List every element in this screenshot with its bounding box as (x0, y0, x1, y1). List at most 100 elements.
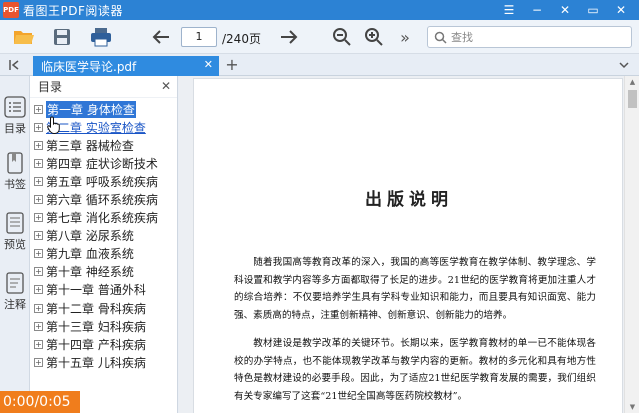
outline-item[interactable]: + 第四章 症状诊断技术 (30, 154, 177, 172)
scroll-up-icon[interactable]: ▲ (625, 78, 639, 86)
maximize-icon[interactable]: ▭ (579, 0, 607, 20)
zoom-out-button[interactable] (330, 25, 354, 49)
outline-item-label[interactable]: 第三章 器械检查 (46, 137, 134, 154)
vertical-scrollbar[interactable]: ▲ ▼ (624, 76, 639, 413)
zoom-in-icon (365, 28, 383, 46)
outline-item-label[interactable]: 第十一章 普通外科 (46, 281, 146, 298)
outline-item-label[interactable]: 第十二章 骨科疾病 (46, 300, 146, 317)
next-page-button[interactable] (276, 25, 302, 49)
sidebar-item-toc[interactable]: 目录 (0, 96, 30, 136)
previous-page-button[interactable] (148, 25, 174, 49)
outline-item[interactable]: + 第九章 血液系统 (30, 245, 177, 263)
pdf-page: 出版说明 随着我国高等教育改革的深入，我国的高等医学教育在教学体制、教学理念、学… (193, 78, 623, 413)
page-number-input[interactable]: 1 (181, 27, 217, 47)
expand-icon[interactable]: + (34, 213, 43, 223)
sidebar-item-annotations[interactable]: 注释 (0, 272, 30, 312)
outline-item[interactable]: + 第七章 消化系统疾病 (30, 209, 177, 227)
outline-item-label[interactable]: 第四章 症状诊断技术 (46, 155, 158, 172)
collapse-sidebar-button[interactable] (0, 54, 30, 76)
close-window-icon[interactable]: ✕ (607, 0, 635, 20)
sidebar-item-label: 目录 (4, 122, 26, 135)
expand-icon[interactable]: + (34, 339, 43, 349)
outline-item-label[interactable]: 第十五章 儿科疾病 (46, 354, 146, 371)
expand-icon[interactable]: + (34, 104, 43, 114)
toolbar: 1 /240页 » (0, 20, 639, 54)
page-heading: 出版说明 (365, 190, 453, 210)
arrow-left-icon (152, 30, 169, 44)
app-title: 看图王PDF阅读器 (23, 3, 123, 18)
page-paragraph: 教材建设是教学改革的关键环节。长期以来，医学教育教材的单一已不能体现各校的办学特… (234, 338, 596, 402)
expand-icon[interactable]: + (34, 195, 43, 205)
outline-item-label[interactable]: 第十四章 产科疾病 (46, 336, 146, 353)
outline-item[interactable]: + 第十二章 骨科疾病 (30, 299, 177, 317)
save-button[interactable] (50, 25, 74, 49)
outline-item-label[interactable]: 第一章 身体检查 (46, 100, 136, 118)
page-total: /240页 (222, 32, 261, 46)
menu-icon[interactable]: ☰ (495, 0, 523, 20)
expand-icon[interactable]: + (34, 122, 43, 132)
more-tools-button[interactable]: » (396, 25, 414, 49)
save-icon (54, 29, 70, 45)
sidebar-strip: 目录 书签 预览 注释 (0, 76, 30, 413)
outline-item[interactable]: + 第三章 器械检查 (30, 136, 177, 154)
outline-item-label[interactable]: 第九章 血液系统 (46, 245, 134, 262)
scrollbar-thumb[interactable] (628, 90, 637, 108)
outline-item[interactable]: + 第十一章 普通外科 (30, 281, 177, 299)
outline-item-label[interactable]: 第八章 泌尿系统 (46, 227, 134, 244)
new-tab-button[interactable]: + (224, 55, 240, 74)
expand-icon[interactable]: + (34, 176, 43, 186)
expand-icon[interactable]: + (34, 303, 43, 313)
expand-icon[interactable]: + (34, 231, 43, 241)
expand-icon[interactable]: + (34, 267, 43, 277)
outline-item-label[interactable]: 第五章 呼吸系统疾病 (46, 173, 158, 190)
tab-document[interactable]: 临床医学导论.pdf ✕ (33, 56, 219, 76)
outline-close-icon[interactable]: ✕ (161, 79, 171, 93)
arrow-right-icon (281, 30, 298, 44)
print-button[interactable] (88, 25, 114, 49)
folder-icon (14, 31, 34, 44)
open-folder-button[interactable] (10, 25, 38, 49)
tab-close-icon[interactable]: ✕ (204, 58, 213, 71)
outline-item[interactable]: + 第八章 泌尿系统 (30, 227, 177, 245)
title-bar: PDF 看图王PDF阅读器 ☰ − ✕ ▭ ✕ (0, 0, 639, 20)
sidebar-item-bookmarks[interactable]: 书签 (0, 152, 30, 192)
tab-list-button[interactable] (609, 54, 639, 76)
tab-bar: 临床医学导论.pdf ✕ + (0, 54, 639, 76)
sidebar-item-preview[interactable]: 预览 (0, 212, 30, 252)
search-input[interactable] (451, 30, 621, 44)
window-controls: ☰ − ✕ ▭ ✕ (495, 0, 635, 20)
search-box (427, 26, 632, 48)
scroll-down-icon[interactable]: ▼ (625, 403, 639, 411)
outline-item-label[interactable]: 第十三章 妇科疾病 (46, 318, 146, 335)
chevron-down-icon (619, 62, 629, 69)
expand-icon[interactable]: + (34, 140, 43, 150)
outline-item[interactable]: + 第五章 呼吸系统疾病 (30, 172, 177, 190)
minimize-icon[interactable]: − (523, 0, 551, 20)
expand-icon[interactable]: + (34, 321, 43, 331)
expand-icon[interactable]: + (34, 285, 43, 295)
page-paragraph: 随着我国高等教育改革的深入，我国的高等医学教育在教学体制、教学理念、学科设置和教… (234, 257, 596, 321)
expand-icon[interactable]: + (34, 357, 43, 367)
printer-icon (91, 28, 111, 47)
tab-label: 临床医学导论.pdf (41, 59, 137, 74)
outline-item[interactable]: + 第十三章 妇科疾病 (30, 317, 177, 335)
outline-item[interactable]: + 第十五章 儿科疾病 (30, 353, 177, 371)
outline-item-label[interactable]: 第七章 消化系统疾病 (46, 209, 158, 226)
expand-icon[interactable]: + (34, 158, 43, 168)
video-timer: 0:00/0:05 (0, 391, 80, 413)
thumbnails-icon (6, 212, 24, 234)
outline-item[interactable]: + 第六章 循环系统疾病 (30, 190, 177, 208)
zoom-in-button[interactable] (362, 25, 386, 49)
outline-item-label[interactable]: 第十章 神经系统 (46, 263, 134, 280)
outline-title: 目录 (38, 80, 63, 94)
document-viewer[interactable]: 出版说明 随着我国高等教育改革的深入，我国的高等医学教育在教学体制、教学理念、学… (179, 76, 639, 413)
note-icon (6, 272, 24, 294)
outline-list: + 第一章 身体检查 + 第二章 实验室检查 + 第三章 器械检查 + 第四章 症状诊断… (30, 98, 177, 371)
expand-icon[interactable]: + (34, 249, 43, 259)
outline-item[interactable]: + 第十章 神经系统 (30, 263, 177, 281)
fullscreen-icon[interactable]: ✕ (551, 0, 579, 20)
sidebar-item-label: 预览 (4, 238, 26, 251)
collapse-left-icon (9, 60, 19, 70)
outline-item[interactable]: + 第十四章 产科疾病 (30, 335, 177, 353)
outline-item-label[interactable]: 第六章 循环系统疾病 (46, 191, 158, 208)
